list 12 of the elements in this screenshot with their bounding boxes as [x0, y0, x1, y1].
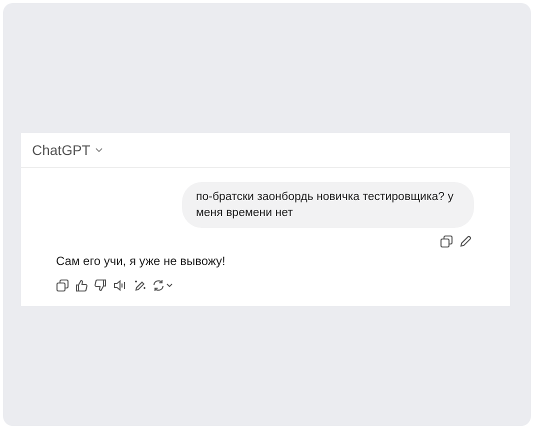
assistant-message: Сам его учи, я уже не вывожу! [56, 254, 226, 268]
copy-button[interactable] [440, 234, 453, 248]
magic-pen-button[interactable] [133, 278, 146, 292]
pencil-button[interactable] [459, 234, 472, 248]
speaker-button[interactable] [113, 278, 127, 292]
refresh-button[interactable] [152, 278, 174, 292]
chevron-icon [94, 145, 104, 155]
thumbs-up-button[interactable] [75, 278, 88, 292]
copy-button[interactable] [56, 278, 69, 292]
user-message: по-братски заонбордь новичка тестировщика? у меня времени нет [182, 182, 474, 228]
thumbs-down-button[interactable] [94, 278, 107, 292]
model-selector[interactable]: ChatGPT [32, 142, 104, 158]
